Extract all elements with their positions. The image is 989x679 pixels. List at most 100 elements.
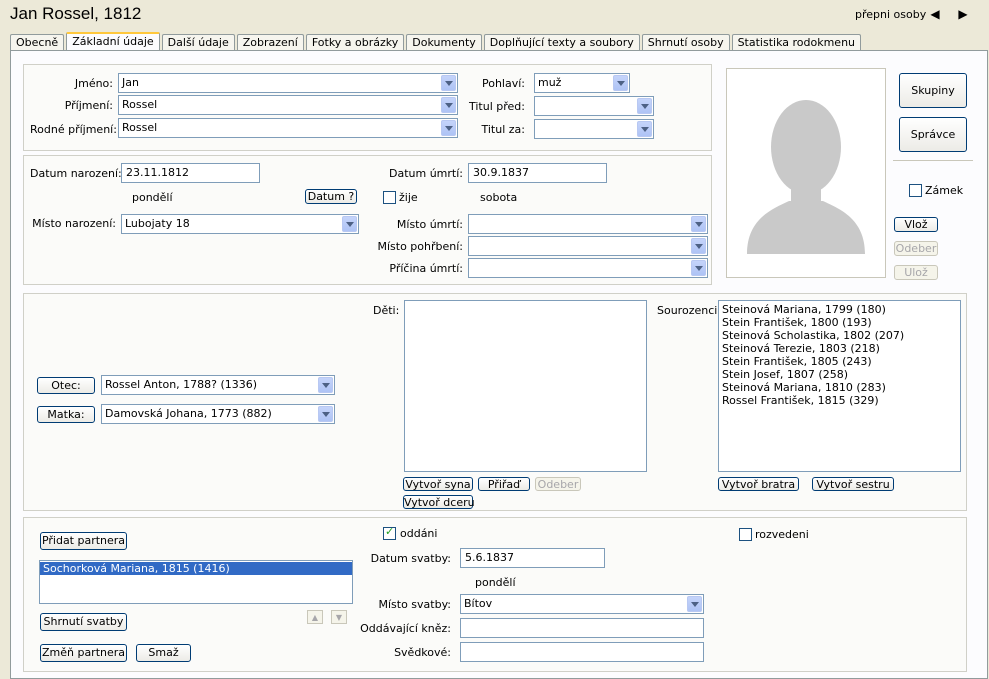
vytvor-bratra-button[interactable]: Vytvoř bratra <box>718 477 799 491</box>
tab-doplnujici[interactable]: Doplňující texty a soubory <box>483 34 640 51</box>
tab-shrnuti[interactable]: Shrnutí osoby <box>641 34 730 51</box>
prijmeni-combo[interactable]: Rossel <box>118 95 458 115</box>
arrow-down-icon[interactable]: ▼ <box>331 610 347 624</box>
side-divider <box>893 160 973 161</box>
datum-help-button[interactable]: Datum ? <box>305 189 357 204</box>
zamek-label: Zámek <box>925 184 964 197</box>
tab-dalsi-udaje[interactable]: Další údaje <box>161 34 235 51</box>
chevron-down-icon[interactable] <box>441 120 456 136</box>
jmeno-label: Jméno: <box>74 77 113 90</box>
pohlavi-label: Pohlaví: <box>481 77 525 90</box>
pricina-umrti-combo[interactable] <box>468 258 708 278</box>
chevron-down-icon[interactable] <box>613 75 628 91</box>
deti-label: Děti: <box>373 304 400 317</box>
vytvor-syna-button[interactable]: Vytvoř syna <box>403 477 473 491</box>
uloz-button[interactable]: Ulož <box>894 265 938 280</box>
sourozenci-label: Sourozenci: <box>657 304 722 317</box>
chevron-down-icon[interactable] <box>318 377 333 393</box>
shrnuti-svatby-button[interactable]: Shrnutí svatby <box>40 613 127 631</box>
vytvor-dceru-button[interactable]: Vytvoř dceru <box>403 495 475 509</box>
skupiny-button[interactable]: Skupiny <box>899 73 967 108</box>
chevron-down-icon[interactable] <box>637 98 652 114</box>
person-photo[interactable] <box>726 68 886 278</box>
list-item[interactable]: Stein Josef, 1807 (258) <box>719 368 960 381</box>
pridat-partnera-button[interactable]: Přidat partnera <box>40 532 127 550</box>
datum-narozeni-input[interactable]: 23.11.1812 <box>121 163 260 183</box>
chevron-down-icon[interactable] <box>342 216 357 232</box>
chevron-down-icon[interactable] <box>441 75 456 91</box>
prirad-button[interactable]: Přiřaď <box>478 477 530 491</box>
den-umrti: sobota <box>480 191 518 204</box>
titul-pred-combo[interactable] <box>534 96 654 116</box>
misto-narozeni-combo[interactable]: Lubojaty 18 <box>121 214 359 234</box>
list-item[interactable]: Steinová Mariana, 1799 (180) <box>719 303 960 316</box>
chevron-down-icon[interactable] <box>637 121 652 137</box>
misto-svatby-combo[interactable]: Bítov <box>460 594 704 614</box>
otec-button[interactable]: Otec: <box>37 377 95 394</box>
zije-checkbox[interactable] <box>383 191 396 204</box>
pohlavi-combo[interactable]: muž <box>534 73 630 93</box>
svedkove-input[interactable] <box>460 642 704 662</box>
datum-narozeni-label: Datum narození: <box>30 167 122 180</box>
oddavajici-knez-input[interactable] <box>460 618 704 638</box>
deti-list[interactable] <box>404 300 647 472</box>
arrow-up-icon[interactable]: ▲ <box>307 610 323 624</box>
odeber-photo-button[interactable]: Odeber <box>894 241 938 256</box>
list-item[interactable]: Steinová Terezie, 1803 (218) <box>719 342 960 355</box>
chevron-down-icon[interactable] <box>691 260 706 276</box>
chevron-down-icon[interactable] <box>691 238 706 254</box>
oddavajici-knez-label: Oddávající kněz: <box>360 622 451 635</box>
next-person-icon[interactable]: ▶ <box>956 6 970 22</box>
smaz-button[interactable]: Smaž <box>136 644 191 662</box>
titul-za-label: Titul za: <box>481 123 526 136</box>
otec-combo[interactable]: Rossel Anton, 1788? (1336) <box>101 375 335 395</box>
window-title: Jan Rossel, 1812 <box>10 4 142 23</box>
prev-person-icon[interactable]: ◀ <box>928 6 942 22</box>
rodne-prijmeni-combo[interactable]: Rossel <box>118 118 458 138</box>
spravce-button[interactable]: Správce <box>899 117 967 152</box>
list-item[interactable]: Steinová Scholastika, 1802 (207) <box>719 329 960 342</box>
tab-statistika[interactable]: Statistika rodokmenu <box>731 34 862 51</box>
misto-umrti-label: Místo úmrtí: <box>396 218 463 231</box>
misto-pohrbeni-label: Místo pohřbení: <box>377 240 463 253</box>
chevron-down-icon[interactable] <box>687 596 702 612</box>
list-item[interactable]: Sochorková Mariana, 1815 (1416) <box>40 562 352 575</box>
list-item[interactable]: Rossel František, 1815 (329) <box>719 394 960 407</box>
jmeno-combo[interactable]: Jan <box>118 73 458 93</box>
datum-umrti-label: Datum úmrtí: <box>389 167 463 180</box>
oddani-checkbox[interactable] <box>383 525 396 540</box>
sourozenci-list[interactable]: Steinová Mariana, 1799 (180) Stein Frant… <box>718 300 961 472</box>
tab-fotky[interactable]: Fotky a obrázky <box>305 34 405 51</box>
tab-zobrazeni[interactable]: Zobrazení <box>236 34 304 51</box>
titul-za-combo[interactable] <box>534 119 654 139</box>
tab-obecne[interactable]: Obecně <box>10 34 65 51</box>
datum-svatby-label: Datum svatby: <box>370 552 451 565</box>
tab-dokumenty[interactable]: Dokumenty <box>406 34 482 51</box>
list-item[interactable]: Stein František, 1805 (243) <box>719 355 960 368</box>
chevron-down-icon[interactable] <box>691 216 706 232</box>
misto-umrti-combo[interactable] <box>468 214 708 234</box>
svedkove-label: Svědkové: <box>394 646 451 659</box>
list-item[interactable]: Stein František, 1800 (193) <box>719 316 960 329</box>
chevron-down-icon[interactable] <box>441 97 456 113</box>
person-silhouette-icon <box>747 100 865 254</box>
zamek-checkbox[interactable] <box>909 184 922 197</box>
chevron-down-icon[interactable] <box>318 406 333 422</box>
rozvedeni-checkbox[interactable] <box>739 528 752 541</box>
datum-svatby-input[interactable]: 5.6.1837 <box>460 548 605 568</box>
datum-umrti-input[interactable]: 30.9.1837 <box>468 163 607 183</box>
odeber-dite-button[interactable]: Odeber <box>535 477 581 491</box>
matka-button[interactable]: Matka: <box>37 406 95 423</box>
vloz-button[interactable]: Vlož <box>894 217 938 232</box>
rozvedeni-label: rozvedeni <box>755 528 809 541</box>
misto-pohrbeni-combo[interactable] <box>468 236 708 256</box>
matka-combo[interactable]: Damovská Johana, 1773 (882) <box>101 404 335 424</box>
rodne-prijmeni-label: Rodné příjmení: <box>30 123 117 136</box>
zmen-partnera-button[interactable]: Změň partnera <box>40 644 127 662</box>
titul-pred-label: Titul před: <box>469 100 525 113</box>
vytvor-sestru-button[interactable]: Vytvoř sestru <box>812 477 894 491</box>
prijmeni-label: Příjmení: <box>64 99 113 112</box>
list-item[interactable]: Steinová Mariana, 1810 (283) <box>719 381 960 394</box>
zije-label: žije <box>399 191 418 204</box>
partneri-list[interactable]: Sochorková Mariana, 1815 (1416) <box>39 560 353 604</box>
